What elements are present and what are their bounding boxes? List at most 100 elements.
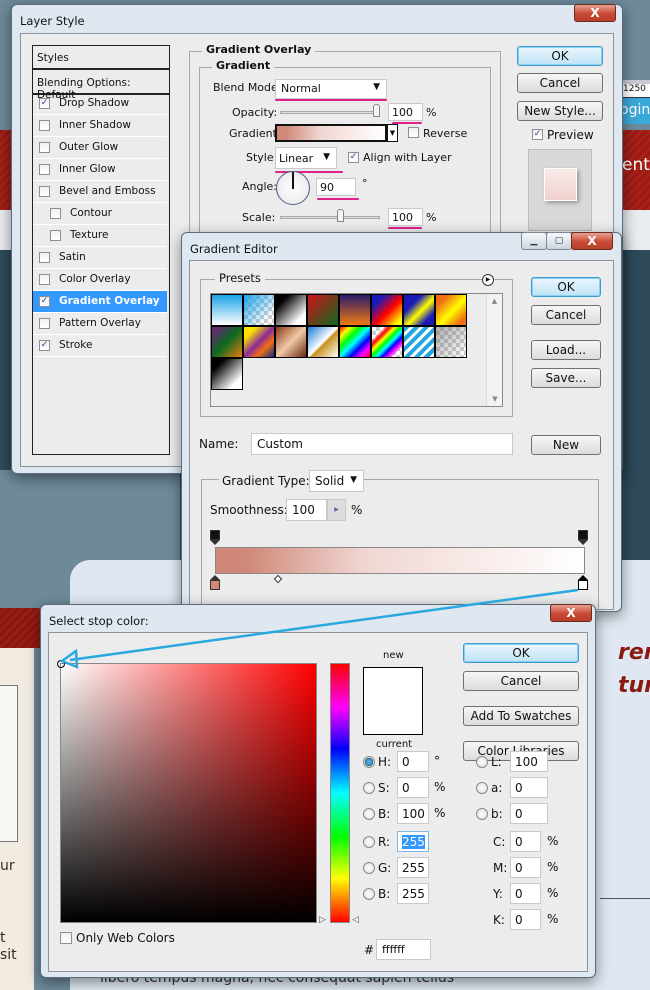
color-mode-radio-lab-2[interactable]	[476, 808, 488, 820]
preset-swatch[interactable]	[275, 294, 307, 326]
gradient-type-select[interactable]: Solid ▼	[309, 470, 364, 492]
style-item-bevel-and-emboss[interactable]: Bevel and Emboss	[33, 181, 167, 203]
preset-swatch[interactable]	[371, 326, 403, 358]
scale-input[interactable]: 100	[388, 208, 423, 226]
color-input-cmyk-0[interactable]: 0	[510, 831, 541, 852]
smoothness-stepper[interactable]: ▶	[327, 499, 346, 521]
smoothness-input[interactable]: 100	[286, 499, 327, 521]
style-item-inner-glow[interactable]: Inner Glow	[33, 159, 167, 181]
style-item-checkbox[interactable]: ✓	[39, 296, 50, 307]
blending-options[interactable]: Blending Options: Default	[33, 71, 169, 101]
hue-slider-handle-icon[interactable]: ◁	[352, 915, 359, 925]
scroll-down-icon[interactable]: ▼	[487, 395, 503, 403]
color-ok-button[interactable]: OK	[463, 643, 579, 663]
preset-swatch[interactable]	[435, 294, 467, 326]
styles-header[interactable]: Styles	[33, 46, 169, 70]
preset-swatch[interactable]	[275, 326, 307, 358]
presets-menu-icon[interactable]: ▶	[482, 274, 494, 286]
layer-style-cancel-button[interactable]: Cancel	[517, 73, 603, 93]
color-input-rgb-0[interactable]: 255	[397, 831, 429, 852]
layer-style-close-button[interactable]: X	[574, 4, 616, 22]
style-item-checkbox[interactable]	[39, 274, 50, 285]
angle-dial[interactable]	[276, 171, 310, 205]
preview-checkbox[interactable]: ✓	[532, 129, 543, 140]
opacity-slider[interactable]	[280, 111, 380, 114]
preset-swatch[interactable]	[339, 294, 371, 326]
preset-swatch[interactable]	[243, 294, 275, 326]
style-item-checkbox[interactable]	[39, 252, 50, 263]
new-style-button[interactable]: New Style...	[517, 101, 603, 121]
preset-swatch[interactable]	[339, 326, 371, 358]
color-input-rgb-2[interactable]: 255	[397, 883, 429, 904]
style-item-drop-shadow[interactable]: ✓ Drop Shadow	[33, 93, 167, 115]
preset-swatch[interactable]	[307, 294, 339, 326]
name-input[interactable]: Custom	[251, 433, 513, 455]
style-item-outer-glow[interactable]: Outer Glow	[33, 137, 167, 159]
layer-style-ok-button[interactable]: OK	[517, 46, 603, 66]
color-mode-radio-lab-1[interactable]	[476, 782, 488, 794]
only-web-colors-checkbox[interactable]	[60, 932, 72, 944]
gradient-preview-swatch[interactable]	[275, 124, 387, 142]
color-stop-left[interactable]	[210, 575, 221, 591]
color-mode-radio-rgb-1[interactable]	[363, 862, 375, 874]
preset-swatch[interactable]	[307, 326, 339, 358]
style-item-texture[interactable]: Texture	[33, 225, 167, 247]
color-mode-radio-rgb-2[interactable]	[363, 888, 375, 900]
color-input-rgb-1[interactable]: 255	[397, 857, 429, 878]
reverse-checkbox[interactable]	[408, 127, 419, 138]
preset-swatch[interactable]	[243, 326, 275, 358]
preset-swatch[interactable]	[211, 294, 243, 326]
preset-swatch[interactable]	[211, 358, 243, 390]
gradient-cancel-button[interactable]: Cancel	[531, 305, 601, 325]
color-input-hsb-0[interactable]: 0	[397, 751, 429, 772]
scale-slider[interactable]	[280, 216, 380, 219]
style-item-stroke[interactable]: ✓ Stroke	[33, 335, 167, 357]
opacity-stop-left[interactable]	[210, 530, 221, 546]
scale-slider-handle[interactable]	[337, 209, 344, 222]
opacity-input[interactable]: 100	[388, 103, 423, 121]
scroll-up-icon[interactable]: ▲	[487, 297, 502, 305]
color-input-lab-1[interactable]: 0	[510, 777, 548, 798]
color-field[interactable]	[57, 660, 317, 923]
style-item-contour[interactable]: Contour	[33, 203, 167, 225]
style-item-checkbox[interactable]	[50, 208, 61, 219]
opacity-stop-right[interactable]	[578, 530, 589, 546]
gradient-editor-close-button[interactable]: X	[571, 232, 613, 250]
color-input-hsb-2[interactable]: 100	[397, 803, 429, 824]
presets-scrollbar[interactable]: ▲ ▼	[486, 294, 502, 406]
color-stop-right-selected[interactable]	[578, 575, 589, 591]
preset-swatch[interactable]	[403, 294, 435, 326]
style-item-checkbox[interactable]	[39, 164, 50, 175]
color-input-hsb-1[interactable]: 0	[397, 777, 429, 798]
color-mode-radio-rgb-0[interactable]	[363, 836, 375, 848]
gradient-load-button[interactable]: Load...	[531, 340, 601, 360]
color-picker-close-button[interactable]: X	[550, 604, 592, 622]
angle-input[interactable]: 90	[316, 178, 356, 196]
opacity-slider-handle[interactable]	[373, 104, 380, 117]
color-mode-radio-lab-0[interactable]	[476, 756, 488, 768]
color-input-cmyk-3[interactable]: 0	[510, 909, 541, 930]
style-item-color-overlay[interactable]: Color Overlay	[33, 269, 167, 291]
style-item-satin[interactable]: Satin	[33, 247, 167, 269]
add-to-swatches-button[interactable]: Add To Swatches	[463, 706, 579, 726]
style-item-checkbox[interactable]	[39, 120, 50, 131]
style-item-checkbox[interactable]	[39, 318, 50, 329]
color-mode-radio-hsb-1[interactable]	[363, 782, 375, 794]
new-gradient-button[interactable]: New	[531, 435, 601, 455]
style-item-checkbox[interactable]	[39, 186, 50, 197]
align-with-layer-checkbox[interactable]: ✓	[348, 152, 359, 163]
color-input-lab-2[interactable]: 0	[510, 803, 548, 824]
style-select[interactable]: Linear ▼	[275, 147, 337, 169]
color-input-cmyk-2[interactable]: 0	[510, 883, 541, 904]
hue-slider[interactable]	[330, 663, 350, 923]
gradient-bar[interactable]	[215, 547, 585, 574]
color-mode-radio-hsb-0[interactable]	[363, 756, 375, 768]
color-input-lab-0[interactable]: 100	[510, 751, 548, 772]
maximize-button[interactable]: ▢	[546, 232, 572, 250]
style-item-checkbox[interactable]: ✓	[39, 340, 50, 351]
color-cancel-button[interactable]: Cancel	[463, 671, 579, 691]
preset-swatch[interactable]	[403, 326, 435, 358]
style-item-gradient-overlay[interactable]: ✓ Gradient Overlay	[33, 291, 167, 313]
style-item-inner-shadow[interactable]: Inner Shadow	[33, 115, 167, 137]
gradient-ok-button[interactable]: OK	[531, 277, 601, 297]
